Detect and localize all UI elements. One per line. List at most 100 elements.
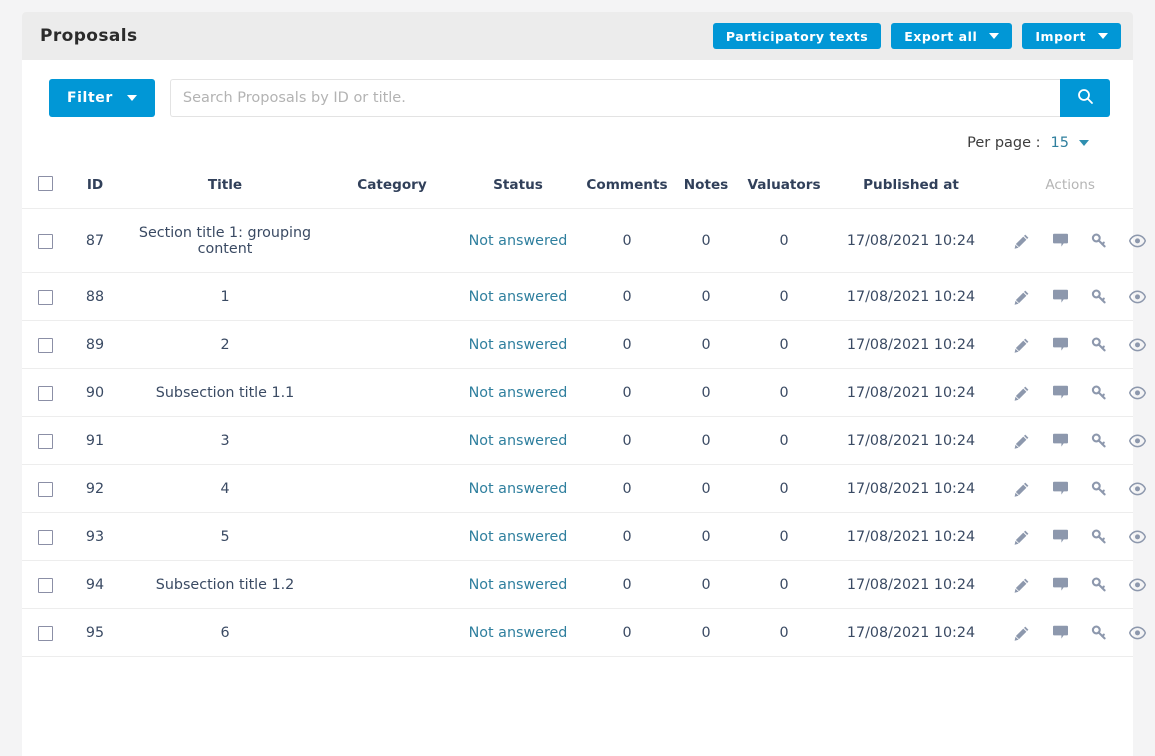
preview-eye-icon[interactable] (1129, 338, 1146, 352)
edit-pencil-icon[interactable] (1014, 385, 1030, 401)
comment-icon[interactable] (1052, 529, 1069, 545)
edit-pencil-icon[interactable] (1014, 625, 1030, 641)
preview-eye-icon[interactable] (1129, 290, 1146, 304)
export-all-button[interactable]: Export all (891, 23, 1013, 49)
cell-title: Section title 1: grouping content (122, 208, 328, 273)
cell-id: 89 (68, 320, 122, 369)
row-select-checkbox[interactable] (37, 577, 53, 593)
preview-eye-icon[interactable] (1129, 386, 1146, 400)
search-input[interactable] (169, 79, 1060, 117)
edit-pencil-icon[interactable] (1014, 577, 1030, 593)
cell-valuators: 0 (738, 368, 830, 417)
column-header-category[interactable]: Category (328, 176, 456, 209)
cell-status: Not answered (456, 208, 580, 273)
row-select-checkbox[interactable] (37, 385, 53, 401)
comment-icon[interactable] (1052, 481, 1069, 497)
cell-id: 88 (68, 272, 122, 321)
cell-status: Not answered (456, 560, 580, 609)
key-icon[interactable] (1091, 481, 1107, 497)
column-header-comments[interactable]: Comments (580, 176, 674, 209)
cell-category (328, 208, 456, 273)
comment-icon[interactable] (1052, 433, 1069, 449)
select-all-checkbox[interactable] (37, 176, 53, 191)
cell-category (328, 560, 456, 609)
key-icon[interactable] (1091, 337, 1107, 353)
row-select-checkbox[interactable] (37, 433, 53, 449)
key-icon[interactable] (1091, 289, 1107, 305)
cell-id: 90 (68, 368, 122, 417)
cell-comments: 0 (580, 512, 674, 561)
search-submit-button[interactable] (1060, 79, 1110, 117)
cell-valuators: 0 (738, 272, 830, 321)
key-icon[interactable] (1091, 385, 1107, 401)
cell-id: 95 (68, 608, 122, 657)
row-select-checkbox[interactable] (37, 481, 53, 497)
cell-title: 1 (122, 272, 328, 321)
key-icon[interactable] (1091, 233, 1107, 249)
filter-button[interactable]: Filter (49, 79, 155, 117)
cell-valuators: 0 (738, 208, 830, 273)
cell-published-at: 17/08/2021 10:24 (830, 272, 992, 321)
key-icon[interactable] (1091, 577, 1107, 593)
row-select-checkbox[interactable] (37, 529, 53, 545)
cell-published-at: 17/08/2021 10:24 (830, 464, 992, 513)
row-select-cell (22, 272, 68, 321)
cell-notes: 0 (674, 560, 738, 609)
column-header-status[interactable]: Status (456, 176, 580, 209)
table-row: 87 Section title 1: grouping content Not a… (22, 208, 1146, 273)
comment-icon[interactable] (1052, 625, 1069, 641)
table-row: 88 1 Not answered 0 0 0 17/08/2021 10:24 (22, 272, 1146, 321)
chevron-down-icon[interactable] (1079, 140, 1089, 146)
cell-id: 87 (68, 208, 122, 273)
row-select-checkbox[interactable] (37, 233, 53, 249)
page-title: Proposals (40, 26, 138, 46)
cell-category (328, 320, 456, 369)
edit-pencil-icon[interactable] (1014, 233, 1030, 249)
per-page-control: Per page : 15 (22, 117, 1133, 151)
table-row: 94 Subsection title 1.2 Not answered 0 0 0 17/… (22, 560, 1146, 609)
preview-eye-icon[interactable] (1129, 530, 1146, 544)
cell-published-at: 17/08/2021 10:24 (830, 320, 992, 369)
edit-pencil-icon[interactable] (1014, 433, 1030, 449)
cell-comments: 0 (580, 608, 674, 657)
column-header-published-at[interactable]: Published at (830, 176, 992, 209)
key-icon[interactable] (1091, 529, 1107, 545)
edit-pencil-icon[interactable] (1014, 337, 1030, 353)
column-header-title[interactable]: Title (122, 176, 328, 209)
comment-icon[interactable] (1052, 289, 1069, 305)
cell-comments: 0 (580, 272, 674, 321)
key-icon[interactable] (1091, 433, 1107, 449)
row-select-checkbox[interactable] (37, 337, 53, 353)
import-button[interactable]: Import (1022, 23, 1121, 49)
column-header-id[interactable]: ID (68, 176, 122, 209)
export-all-label: Export all (904, 28, 978, 44)
cell-actions (992, 464, 1146, 513)
preview-eye-icon[interactable] (1129, 626, 1146, 640)
filter-bar: Filter (22, 60, 1133, 117)
select-all-cell (22, 176, 68, 209)
comment-icon[interactable] (1052, 577, 1069, 593)
cell-notes: 0 (674, 272, 738, 321)
edit-pencil-icon[interactable] (1014, 289, 1030, 305)
edit-pencil-icon[interactable] (1014, 529, 1030, 545)
preview-eye-icon[interactable] (1129, 434, 1146, 448)
comment-icon[interactable] (1052, 385, 1069, 401)
cell-category (328, 608, 456, 657)
preview-eye-icon[interactable] (1129, 234, 1146, 248)
preview-eye-icon[interactable] (1129, 578, 1146, 592)
preview-eye-icon[interactable] (1129, 482, 1146, 496)
edit-pencil-icon[interactable] (1014, 481, 1030, 497)
cell-comments: 0 (580, 368, 674, 417)
comment-icon[interactable] (1052, 233, 1069, 249)
comment-icon[interactable] (1052, 337, 1069, 353)
row-select-cell (22, 320, 68, 369)
row-select-checkbox[interactable] (37, 625, 53, 641)
key-icon[interactable] (1091, 625, 1107, 641)
column-header-valuators[interactable]: Valuators (738, 176, 830, 209)
row-select-checkbox[interactable] (37, 289, 53, 305)
per-page-value[interactable]: 15 (1051, 135, 1069, 151)
cell-actions (992, 512, 1146, 561)
chevron-down-icon (126, 95, 137, 101)
participatory-texts-button[interactable]: Participatory texts (712, 23, 882, 49)
column-header-notes[interactable]: Notes (674, 176, 738, 209)
